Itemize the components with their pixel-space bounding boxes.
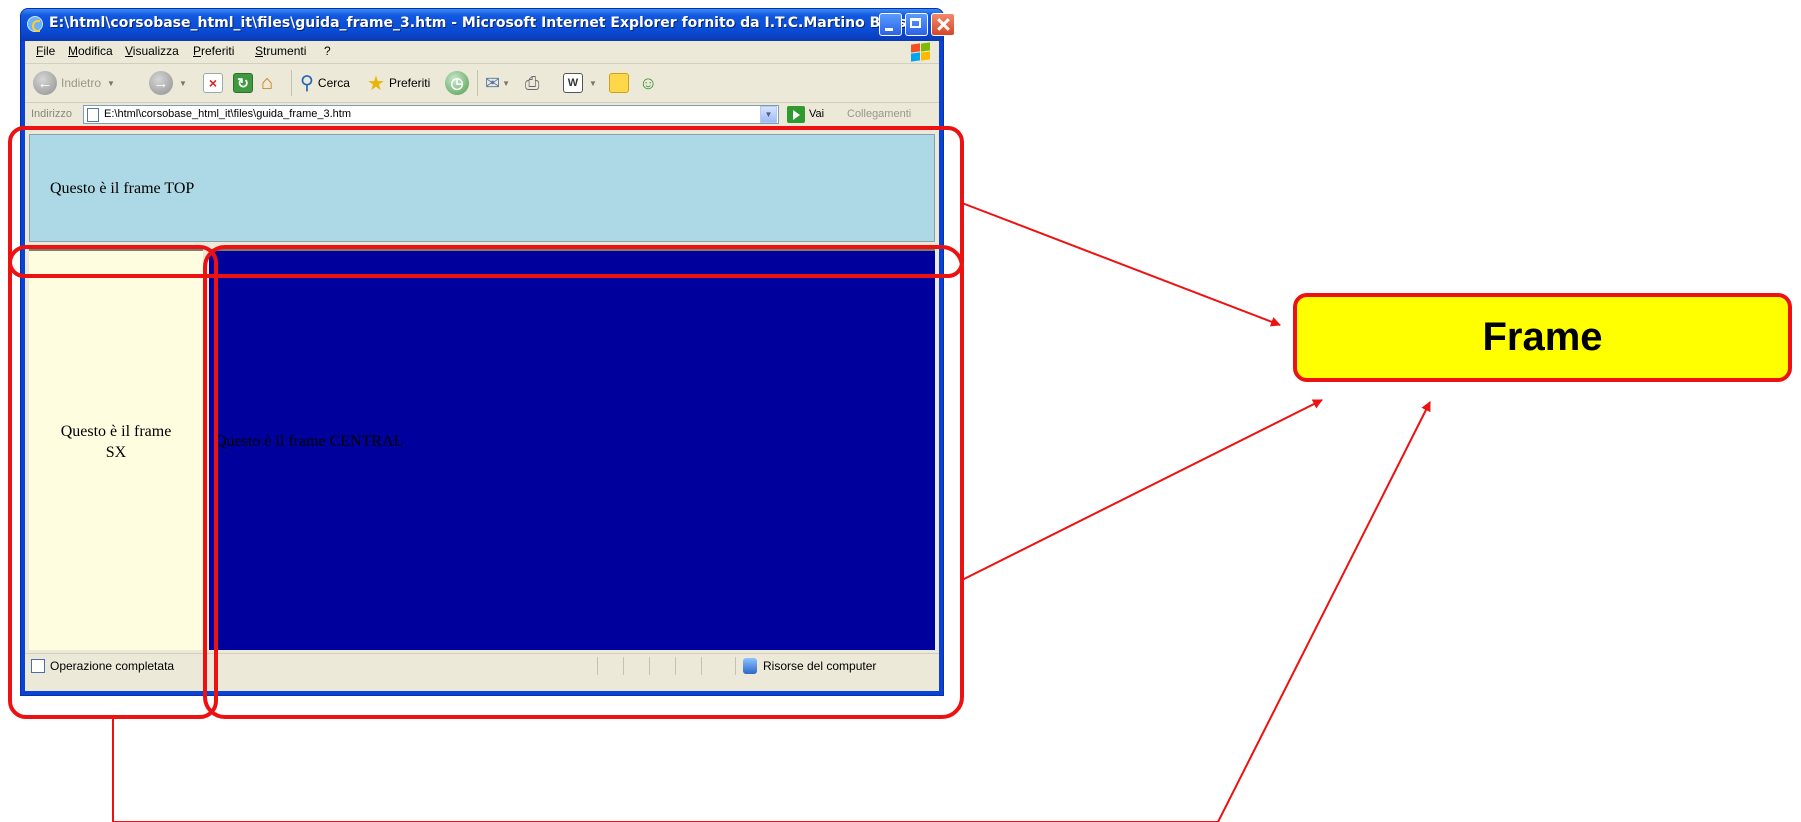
status-divider [735, 657, 736, 675]
window-title: E:\html\corsobase_html_it\files\guida_fr… [49, 15, 912, 31]
browser-window: E:\html\corsobase_html_it\files\guida_fr… [20, 8, 955, 696]
history-icon: ◷ [445, 71, 469, 95]
stop-icon: × [203, 73, 223, 93]
frame-top-text: Questo è il frame TOP [50, 180, 195, 197]
toolbar-separator [477, 70, 478, 96]
word-edit-button[interactable]: W ▼ [563, 70, 597, 96]
status-text: Operazione completata [50, 659, 175, 673]
toolbar-separator [291, 70, 292, 96]
maximize-button[interactable] [905, 13, 928, 36]
forward-arrow-icon: → [149, 71, 173, 95]
go-button[interactable]: Vai [809, 108, 824, 120]
favorites-star-icon: ★ [367, 72, 385, 95]
frame-central: Questo è il frame CENTRAL [209, 249, 935, 650]
frame-sx-text: Questo è il frame SX [29, 421, 203, 463]
status-divider [675, 657, 676, 675]
page-icon [87, 108, 99, 122]
printer-icon: ⎙ [525, 72, 540, 93]
word-icon: W [563, 73, 583, 93]
address-bar: Indirizzo E:\html\corsobase_html_it\file… [25, 103, 939, 127]
status-divider [597, 657, 598, 675]
messenger-button[interactable]: ☺ [639, 70, 657, 96]
home-button[interactable]: ⌂ [261, 70, 273, 96]
frame-central-text: Questo è il frame CENTRAL [215, 433, 404, 450]
menu-visualizza[interactable]: Visualizza [125, 44, 179, 58]
search-button[interactable]: ⚲ Cerca [300, 70, 350, 96]
home-icon: ⌂ [261, 71, 274, 94]
menu-strumenti[interactable]: Strumenti [255, 44, 306, 58]
standard-toolbar: ← Indietro ▼ → ▼ × ↻ ⌂ ⚲ Cerca ★ Preferi… [25, 64, 939, 103]
close-button[interactable] [931, 13, 955, 36]
ie-app-icon [27, 16, 43, 32]
search-label: Cerca [317, 76, 350, 90]
frame-sx-text-line1: Questo è il frame [60, 423, 172, 440]
print-button[interactable]: ⎙ [525, 70, 539, 96]
address-dropdown-icon[interactable]: ▼ [760, 106, 777, 123]
browser-client-area: File Modifica Visualizza Preferiti Strum… [25, 41, 939, 691]
search-icon: ⚲ [300, 72, 314, 94]
links-label[interactable]: Collegamenti [847, 108, 911, 120]
back-label: Indietro [61, 76, 102, 90]
address-label: Indirizzo [31, 108, 72, 120]
frame-sx: Questo è il frame SX [29, 249, 203, 650]
refresh-button[interactable]: ↻ [233, 70, 253, 96]
minimize-button[interactable] [879, 13, 902, 36]
arrow-from-central-frame [961, 399, 1323, 581]
messenger-icon: ☺ [639, 72, 658, 93]
security-zone-text: Risorse del computer [763, 659, 877, 673]
status-divider [701, 657, 702, 675]
status-divider [623, 657, 624, 675]
favorites-label: Preferiti [388, 76, 431, 90]
mail-button[interactable]: ✉ ▼ [485, 70, 510, 96]
menu-bar: File Modifica Visualizza Preferiti Strum… [25, 41, 939, 64]
frame-sx-text-line2: SX [105, 444, 127, 461]
favorites-button[interactable]: ★ Preferiti [367, 70, 430, 96]
title-bar: E:\html\corsobase_html_it\files\guida_fr… [21, 9, 955, 41]
menu-file[interactable]: File [36, 44, 55, 58]
menu-help[interactable]: ? [324, 44, 331, 58]
status-bar: Operazione completata Risorse del comput… [25, 653, 939, 678]
edit-dropdown-icon[interactable]: ▼ [589, 79, 597, 88]
windows-logo-icon [909, 42, 931, 62]
frame-label-text: Frame [1482, 315, 1603, 359]
forward-dropdown-icon[interactable]: ▼ [179, 79, 187, 88]
back-dropdown-icon[interactable]: ▼ [107, 79, 115, 88]
mail-dropdown-icon[interactable]: ▼ [502, 79, 510, 88]
status-divider [649, 657, 650, 675]
frame-label-box: Frame [1293, 293, 1792, 382]
forward-button[interactable]: → ▼ [149, 70, 187, 96]
back-button[interactable]: ← Indietro ▼ [33, 70, 115, 96]
go-arrow-icon[interactable] [787, 106, 805, 123]
address-input[interactable]: E:\html\corsobase_html_it\files\guida_fr… [83, 105, 779, 124]
back-arrow-icon: ← [33, 71, 57, 95]
arrow-from-top-frame [961, 202, 1281, 327]
refresh-icon: ↻ [233, 73, 253, 93]
stop-button[interactable]: × [203, 70, 223, 96]
mail-icon: ✉ [485, 72, 501, 93]
computer-zone-icon [743, 658, 757, 674]
page-status-icon [31, 659, 45, 673]
notes-button[interactable] [609, 70, 629, 96]
frame-top: Questo è il frame TOP [29, 134, 935, 242]
history-button[interactable]: ◷ [445, 70, 469, 96]
menu-modifica[interactable]: Modifica [68, 44, 113, 58]
menu-preferiti[interactable]: Preferiti [193, 44, 234, 58]
note-icon [609, 73, 629, 93]
frame-border-horizontal[interactable] [29, 242, 935, 249]
